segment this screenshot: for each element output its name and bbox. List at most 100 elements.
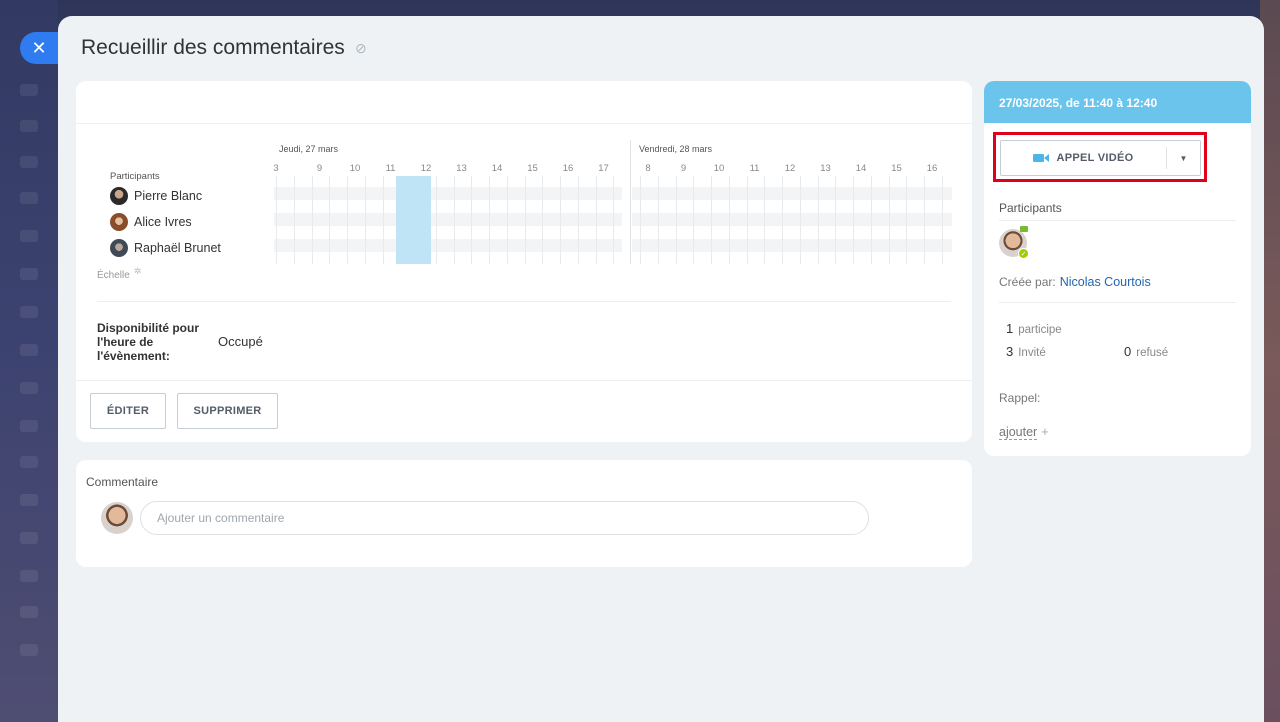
hour-label: 9	[316, 163, 323, 174]
stat-count: 0	[1124, 344, 1132, 359]
edit-button[interactable]: ÉDITER	[90, 393, 166, 429]
grid-column	[746, 176, 748, 264]
hour-label: 13	[820, 163, 831, 174]
hour-label: 12	[420, 163, 432, 174]
comment-label: Commentaire	[86, 475, 159, 489]
selected-time-block[interactable]	[396, 176, 431, 264]
avatar	[110, 187, 128, 205]
day-separator	[630, 140, 631, 264]
grid-column	[560, 176, 561, 264]
chevron-down-icon[interactable]: ▼	[1167, 154, 1200, 163]
close-icon: ✕	[31, 37, 47, 58]
participant-pierre-blanc: Pierre Blanc	[110, 187, 202, 205]
stat-label: Invité	[1018, 347, 1046, 359]
hour-label: 15	[527, 163, 538, 174]
day-label-friday: Vendredi, 28 mars	[639, 144, 713, 154]
grid-column	[782, 176, 783, 264]
planner: Jeudi, 27 mars Vendredi, 28 mars 3 9 10 11 1…	[76, 124, 972, 299]
participant-name: Pierre Blanc	[134, 189, 203, 203]
availability-label: Disponibilité pour l'heure de l'évènemen…	[97, 321, 199, 363]
gear-icon[interactable]: ✲	[134, 266, 142, 277]
grid-column	[311, 176, 313, 264]
grid-column	[728, 176, 730, 264]
plus-icon: +	[1041, 425, 1049, 439]
reminder-label: Rappel:	[999, 391, 1041, 405]
grid-friday	[632, 176, 952, 264]
side-participants-label: Participants	[999, 201, 1062, 215]
avatar	[110, 213, 128, 231]
background-sidebar	[0, 0, 58, 722]
comment-input[interactable]: Ajouter un commentaire	[140, 501, 869, 535]
hour-label: 9	[680, 163, 687, 174]
grid-column	[675, 176, 677, 264]
hour-label: 11	[749, 163, 760, 174]
hour-label: 10	[713, 163, 725, 174]
grid-column	[329, 176, 331, 264]
page-title: Recueillir des commentaires	[81, 36, 345, 59]
created-by: Créée par: Nicolas Courtois	[999, 275, 1151, 289]
availability-value: Occupé	[218, 334, 263, 349]
hour-label: 13	[456, 163, 467, 174]
avatar	[101, 502, 133, 534]
grid-column	[364, 176, 366, 264]
divider	[999, 302, 1236, 303]
grid-column	[293, 176, 295, 264]
grid-column	[870, 176, 872, 264]
hour-label: 12	[784, 163, 796, 174]
stat-count: 1	[1006, 321, 1014, 336]
title-row: Recueillir des commentaires ⊖	[81, 36, 370, 60]
participant-raphael-brunet: Raphaël Brunet	[110, 239, 221, 257]
host-icon	[1020, 226, 1028, 232]
comment-card: Commentaire Ajouter un commentaire	[76, 460, 972, 567]
hour-label: 17	[598, 163, 609, 174]
day-label-thursday: Jeudi, 27 mars	[279, 144, 339, 154]
hour-label: 11	[385, 163, 396, 174]
delete-button[interactable]: SUPPRIMER	[177, 393, 278, 429]
stat-count: 3	[1006, 344, 1014, 359]
participant-name: Raphaël Brunet	[134, 241, 221, 255]
hour-label: 14	[491, 163, 503, 174]
participants-label: Participants	[110, 171, 160, 182]
hour-label: 8	[645, 163, 651, 174]
video-call-highlight: APPEL VIDÉO ▼	[993, 132, 1207, 182]
grid-column	[471, 176, 473, 264]
video-call-main[interactable]: APPEL VIDÉO	[1001, 152, 1166, 164]
grid-column	[595, 176, 597, 264]
hour-label: 3	[273, 163, 279, 174]
video-call-button[interactable]: APPEL VIDÉO ▼	[1000, 140, 1201, 176]
divider	[999, 220, 1236, 221]
grid-column	[888, 176, 890, 264]
link-icon[interactable]: ⊖	[350, 38, 370, 58]
stat-attending[interactable]: 1 participe	[1006, 321, 1062, 336]
grid-column	[577, 176, 579, 264]
close-button[interactable]: ✕	[20, 32, 58, 64]
grid-column	[853, 176, 854, 264]
event-details-card: Jeudi, 27 mars Vendredi, 28 mars 3 9 10 11 1…	[76, 81, 972, 442]
grid-column	[453, 176, 455, 264]
grid-column	[924, 176, 925, 264]
divider	[97, 301, 951, 302]
hour-label: 14	[855, 163, 867, 174]
stat-invited[interactable]: 3 Invité	[1006, 344, 1046, 359]
scale-label: Échelle	[97, 270, 130, 281]
grid-column	[506, 176, 508, 264]
creator-link[interactable]: Nicolas Courtois	[1060, 275, 1151, 289]
grid-column	[711, 176, 712, 264]
card-top-strip	[76, 81, 972, 124]
grid-column	[613, 176, 615, 264]
stat-label: participe	[1018, 324, 1062, 336]
check-icon: ✓	[1018, 248, 1029, 259]
stat-refused[interactable]: 0 refusé	[1124, 344, 1168, 359]
hour-label: 16	[926, 163, 938, 174]
add-reminder-link[interactable]: ajouter +	[999, 425, 1049, 440]
grid-thursday	[274, 176, 622, 264]
scale-control[interactable]: Échelle ✲	[97, 266, 141, 281]
participant-name: Alice Ivres	[134, 215, 192, 229]
grid-column	[489, 176, 490, 264]
grid-column	[276, 176, 277, 264]
grid-column	[382, 176, 384, 264]
grid-column	[799, 176, 801, 264]
grid-column	[835, 176, 837, 264]
participant-alice-ivres: Alice Ivres	[110, 213, 192, 231]
hour-label: 15	[891, 163, 902, 174]
